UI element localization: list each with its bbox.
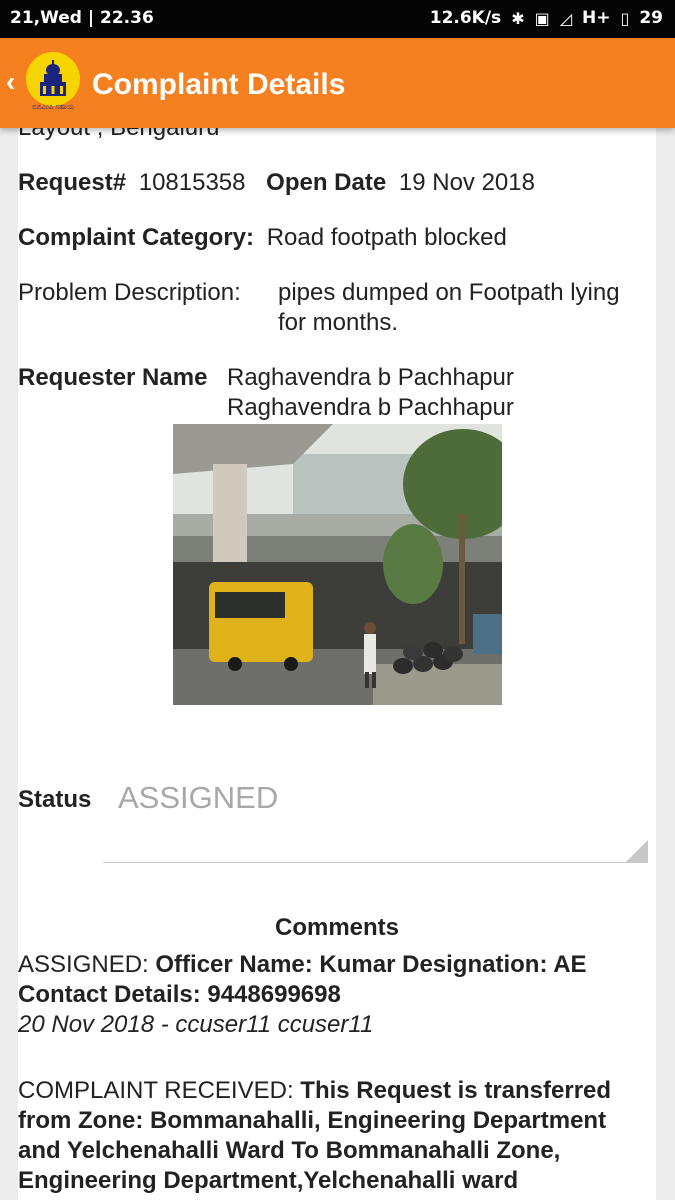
requester-line-2: Raghavendra b Pachhapur bbox=[227, 394, 514, 421]
system-status-bar: 21,Wed | 22.36 12.6K/s ✱ ▣ ◿ H+ ▯ 29 bbox=[0, 0, 675, 38]
comment-text-line-4: Engineering Department,Yelchenahalli war… bbox=[18, 1167, 519, 1194]
complaint-details-card: Layout , Bengaluru Request# 10815358 Ope… bbox=[18, 128, 656, 1200]
requester-label: Requester Name bbox=[18, 364, 208, 391]
request-row: Request# 10815358 Open Date 19 Nov 2018 bbox=[18, 168, 535, 198]
date-time: 21,Wed | 22.36 bbox=[10, 8, 154, 28]
comment-text-line-2: from Zone: Bommanahalli, Engineering Dep… bbox=[18, 1107, 607, 1134]
open-date-value: 19 Nov 2018 bbox=[398, 169, 535, 196]
comments-heading: Comments bbox=[274, 914, 400, 941]
comment-contact: Contact Details: 9448699698 bbox=[18, 981, 341, 1008]
request-label: Request# bbox=[18, 169, 127, 196]
category-label: Complaint Category: bbox=[18, 224, 255, 251]
comment-prefix: COMPLAINT RECEIVED: bbox=[18, 1077, 301, 1104]
problem-description: pipes dumped on Footpath lying for month… bbox=[278, 278, 620, 338]
logo-caption: ಬಿಬಿಎಂಪಿ ಸಹಾಯ bbox=[32, 104, 74, 111]
logo-emblem bbox=[26, 52, 80, 106]
page-title: Complaint Details bbox=[92, 68, 346, 101]
bbmp-logo: ಬಿಬಿಎಂಪಿ ಸಹಾಯ bbox=[22, 52, 84, 114]
comment-officer: Officer Name: Kumar Designation: AE bbox=[155, 951, 587, 978]
app-bar: ‹ ಬಿಬಿಎಂಪಿ ಸಹಾಯ Complaint Details bbox=[0, 38, 675, 128]
back-arrow-icon[interactable]: ‹ bbox=[6, 66, 15, 98]
vibrate-icon: ▣ bbox=[534, 8, 550, 28]
problem-line-1: pipes dumped on Footpath lying bbox=[278, 279, 620, 306]
status-value: ASSIGNED bbox=[118, 780, 279, 815]
requester-line-1: Raghavendra b Pachhapur bbox=[227, 364, 514, 391]
open-date-label: Open Date bbox=[266, 169, 387, 196]
comment-prefix: ASSIGNED: bbox=[18, 951, 156, 978]
address-text: Layout , Bengaluru bbox=[18, 128, 219, 142]
comment-text-line-1: This Request is transferred bbox=[300, 1077, 612, 1104]
complaint-photo[interactable] bbox=[173, 424, 502, 705]
comment-text-line-3: and Yelchenahalli Ward To Bommanahalli Z… bbox=[18, 1137, 561, 1164]
battery-level: 29 bbox=[639, 8, 663, 28]
request-number: 10815358 bbox=[138, 169, 246, 196]
comment-meta: 20 Nov 2018 - ccuser11 ccuser11 bbox=[18, 1011, 374, 1038]
network-speed: 12.6K/s bbox=[429, 8, 502, 28]
category-row: Complaint Category: Road footpath blocke… bbox=[18, 223, 507, 253]
battery-icon: ▯ bbox=[620, 8, 630, 28]
signal-icon: ◿ bbox=[559, 8, 573, 28]
network-type: H+ bbox=[582, 8, 611, 28]
status-underline bbox=[103, 862, 648, 863]
category-value: Road footpath blocked bbox=[266, 224, 507, 251]
comment-item: COMPLAINT RECEIVED: This Request is tran… bbox=[18, 1076, 648, 1196]
problem-line-2: for months. bbox=[278, 309, 399, 336]
palace-icon bbox=[40, 60, 66, 96]
resize-handle-icon bbox=[626, 840, 648, 862]
bluetooth-icon: ✱ bbox=[511, 8, 525, 28]
requester-name: Raghavendra b Pachhapur Raghavendra b Pa… bbox=[227, 363, 514, 423]
status-label: Status bbox=[18, 786, 92, 813]
problem-label: Problem Description: bbox=[18, 279, 241, 306]
comment-item: ASSIGNED: Officer Name: Kumar Designatio… bbox=[18, 950, 648, 1040]
